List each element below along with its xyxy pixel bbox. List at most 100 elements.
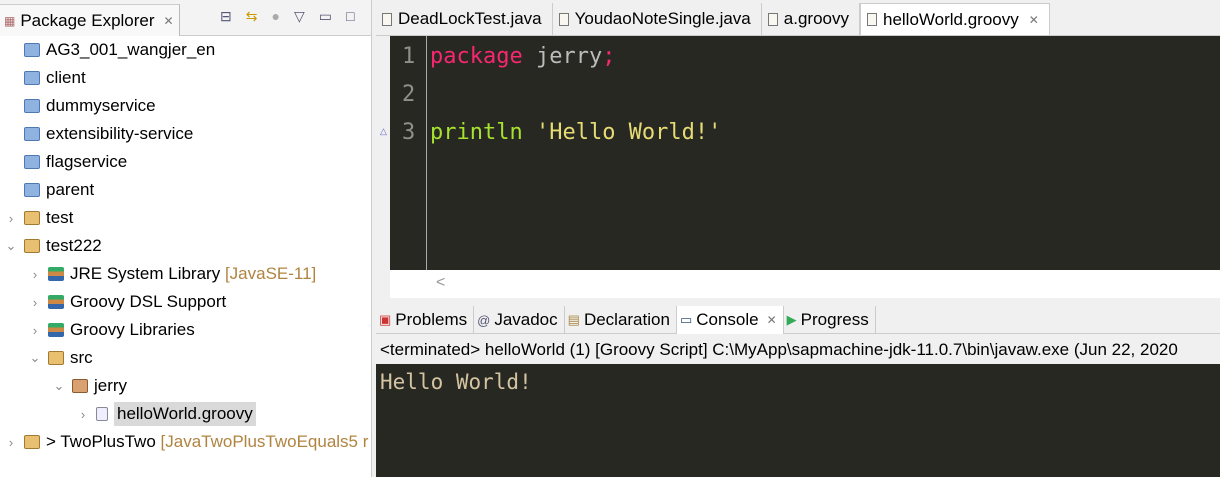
link-with-editor-icon[interactable]: ⇆ <box>246 8 258 25</box>
tree-item-label: extensibility-service <box>46 124 194 143</box>
tab-label: DeadLockTest.java <box>398 9 542 28</box>
code-line-3: println 'Hello World!' <box>430 120 721 145</box>
editor-area: DeadLockTest.java YoudaoNoteSingle.java a.… <box>376 0 1220 477</box>
tree-item-decoration: [JavaSE-11] <box>224 264 317 283</box>
tree-item[interactable]: › JRE System Library [JavaSE-11] <box>0 260 371 288</box>
tree-item-label: helloWorld.groovy <box>114 402 256 426</box>
tab-label: Declaration <box>583 310 670 329</box>
tab-label: Console <box>696 310 759 329</box>
editor-tab[interactable]: YoudaoNoteSingle.java <box>553 3 762 35</box>
expand-toggle-icon[interactable]: ⌄ <box>4 238 18 254</box>
folder-icon <box>24 71 40 85</box>
tab-declaration[interactable]: ▤ Declaration <box>565 306 677 334</box>
tab-package-explorer[interactable]: ▦ Package Explorer ✕ <box>0 4 180 36</box>
javadoc-icon: @ <box>477 312 491 328</box>
collapse-all-icon[interactable]: ⊟ <box>220 8 232 25</box>
tree-item[interactable]: AG3_001_wangjer_en <box>0 36 371 64</box>
tree-item[interactable]: ⌄ src <box>0 344 371 372</box>
tab-console[interactable]: ▭ Console ✕ <box>676 306 784 334</box>
expand-toggle-icon[interactable]: › <box>28 323 42 338</box>
tree-item[interactable]: › Groovy DSL Support <box>0 288 371 316</box>
tree-item-decoration: [JavaTwoPlusTwoEquals5 r <box>160 432 369 451</box>
explorer-header: ▦ Package Explorer ✕ ⊟ ⇆ ● ▽ ▭ □ <box>0 0 371 36</box>
minimize-icon[interactable]: ▭ <box>319 8 332 25</box>
expand-toggle-icon[interactable]: › <box>4 211 18 226</box>
expand-toggle-icon[interactable]: ⌄ <box>28 350 42 366</box>
tree-item-label: client <box>46 68 86 87</box>
close-icon[interactable]: ✕ <box>1029 13 1039 27</box>
expand-toggle-icon[interactable]: › <box>4 435 18 450</box>
console-icon: ▭ <box>679 312 693 327</box>
tree-item-label: JRE System Library <box>70 264 221 283</box>
folder-icon <box>24 127 40 141</box>
tree-item[interactable]: parent <box>0 176 371 204</box>
line-number: 1 <box>402 44 416 69</box>
editor-tab[interactable]: DeadLockTest.java <box>376 3 553 35</box>
tab-javadoc[interactable]: @ Javadoc <box>474 306 565 334</box>
console-process-info: <terminated> helloWorld (1) [Groovy Scri… <box>380 340 1178 359</box>
editor-tab[interactable]: a.groovy <box>762 3 860 35</box>
tree-item-label: test <box>46 208 74 227</box>
tab-problems[interactable]: ▣ Problems <box>376 306 475 334</box>
scroll-left-icon[interactable]: < <box>436 274 445 291</box>
tree-item-label: AG3_001_wangjer_en <box>46 40 216 59</box>
folder-icon <box>24 99 40 113</box>
tab-label: Progress <box>800 310 869 329</box>
editor-tab[interactable]: helloWorld.groovy ✕ <box>859 3 1050 35</box>
expand-toggle-icon[interactable]: › <box>28 267 42 282</box>
tab-label: Javadoc <box>494 310 558 329</box>
tree-item[interactable]: extensibility-service <box>0 120 371 148</box>
tree-item[interactable]: client <box>0 64 371 92</box>
tree-item[interactable]: ⌄ test222 <box>0 232 371 260</box>
file-icon <box>558 12 569 26</box>
explorer-title: Package Explorer <box>20 10 155 30</box>
tree-item[interactable]: › test <box>0 204 371 232</box>
view-menu-icon[interactable]: ▽ <box>294 8 305 25</box>
line-number: 3 <box>402 120 416 145</box>
expand-toggle-icon[interactable]: › <box>76 407 90 422</box>
tree-item-label: flagservice <box>46 152 128 171</box>
tree-item-label: parent <box>46 180 95 199</box>
folder-icon <box>24 43 40 57</box>
tree-item-label: src <box>70 348 93 367</box>
tree-item[interactable]: › > TwoPlusTwo [JavaTwoPlusTwoEquals5 r <box>0 428 371 456</box>
tree-item[interactable]: › helloWorld.groovy <box>0 400 371 428</box>
pkg-icon <box>72 379 88 393</box>
console-output[interactable]: Hello World! <box>376 364 1220 477</box>
expand-toggle-icon[interactable]: › <box>28 295 42 310</box>
tree-item-label: > TwoPlusTwo <box>46 432 156 451</box>
project-tree: AG3_001_wangjer_enclient dummyservice exte… <box>0 36 371 456</box>
tree-item[interactable]: flagservice <box>0 148 371 176</box>
tab-progress[interactable]: ▶ Progress <box>784 306 876 334</box>
tab-label: a.groovy <box>783 9 849 28</box>
declaration-icon: ▤ <box>567 312 580 327</box>
file-icon <box>382 12 392 26</box>
editor-tabs: DeadLockTest.java YoudaoNoteSingle.java a.… <box>376 0 1220 36</box>
code-editor[interactable]: 1 2 3 package jerry; println 'Hello Worl… <box>390 36 1220 270</box>
function-name: println <box>430 120 523 145</box>
close-icon[interactable]: ✕ <box>164 14 174 28</box>
proj-icon <box>24 211 40 225</box>
maximize-icon[interactable]: □ <box>346 8 354 25</box>
lib-icon <box>48 295 64 309</box>
tab-label: Problems <box>395 310 468 329</box>
line-number: 2 <box>402 82 416 107</box>
close-icon[interactable]: ✕ <box>767 313 777 327</box>
proj-icon <box>24 435 40 449</box>
tree-item[interactable]: ⌄ jerry <box>0 372 371 400</box>
problems-icon: ▣ <box>379 312 392 327</box>
tree-item[interactable]: › Groovy Libraries <box>0 316 371 344</box>
tree-item-label: Groovy Libraries <box>70 320 195 339</box>
override-marker-icon: △ <box>380 126 387 136</box>
horizontal-scrollbar[interactable]: < <box>390 270 1220 298</box>
tree-item[interactable]: dummyservice <box>0 92 371 120</box>
package-explorer-icon: ▦ <box>4 13 16 28</box>
code-line-1: package jerry; <box>430 44 615 69</box>
lib-icon <box>48 323 64 337</box>
expand-toggle-icon[interactable]: ⌄ <box>52 378 66 394</box>
string-literal: 'Hello World!' <box>522 120 722 145</box>
tree-item-label: jerry <box>94 376 128 395</box>
folder-icon <box>24 155 40 169</box>
proj-icon <box>24 239 40 253</box>
focus-icon[interactable]: ● <box>271 8 279 25</box>
